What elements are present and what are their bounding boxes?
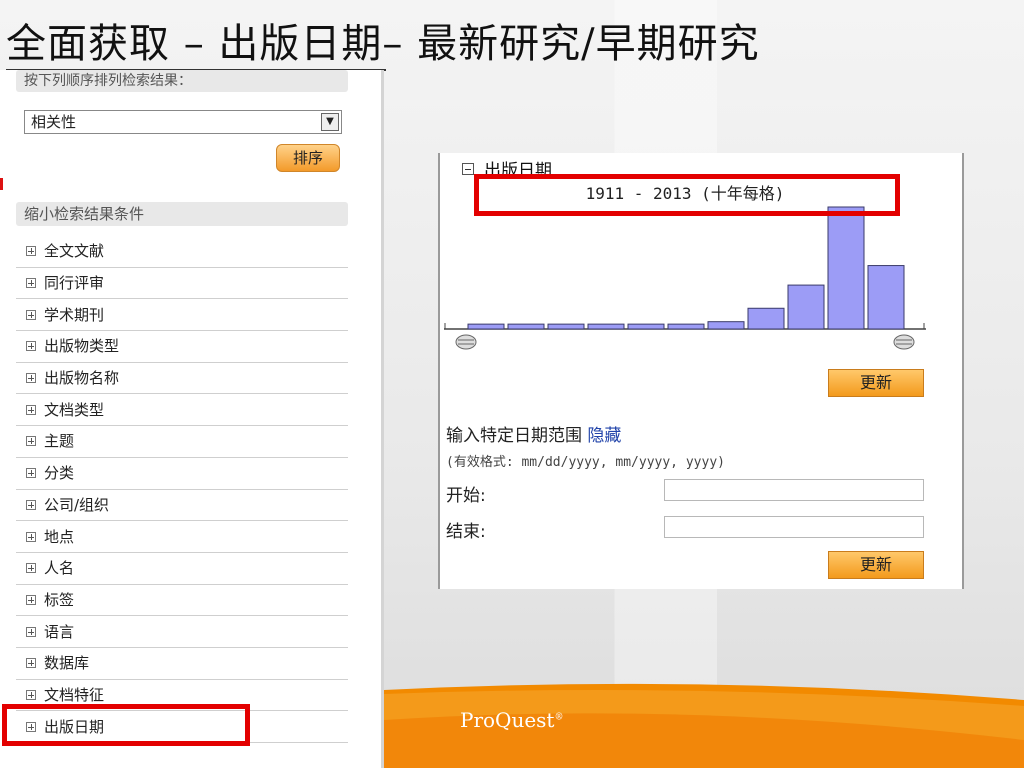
filter-item-subject[interactable]: 主题 bbox=[16, 426, 348, 458]
expand-plus-icon bbox=[26, 341, 36, 352]
expand-plus-icon bbox=[26, 594, 36, 605]
left-panel: 按下列顺序排列检索结果： 相关性 ▼ 排序 缩小检索结果条件 全文文献 同行评审… bbox=[0, 70, 384, 768]
end-label: 结束: bbox=[446, 522, 486, 542]
expand-plus-icon bbox=[26, 373, 36, 384]
filter-item-person[interactable]: 人名 bbox=[16, 553, 348, 585]
narrow-heading: 缩小检索结果条件 bbox=[16, 202, 348, 226]
histogram-bars bbox=[467, 206, 905, 330]
expand-plus-icon bbox=[26, 436, 36, 447]
filter-item-database[interactable]: 数据库 bbox=[16, 648, 348, 680]
red-marker bbox=[0, 178, 3, 190]
filter-item-peer-reviewed[interactable]: 同行评审 bbox=[16, 268, 348, 300]
expand-plus-icon bbox=[26, 404, 36, 415]
expand-plus-icon bbox=[26, 309, 36, 320]
filter-item-fulltext[interactable]: 全文文献 bbox=[16, 236, 348, 268]
filter-item-document-type[interactable]: 文档类型 bbox=[16, 394, 348, 427]
highlight-box-date-range bbox=[474, 174, 900, 216]
sort-select-value: 相关性 bbox=[31, 113, 77, 131]
slider-handle-right[interactable] bbox=[893, 334, 915, 350]
chevron-down-icon[interactable]: ▼ bbox=[321, 113, 339, 131]
expand-plus-icon bbox=[26, 626, 36, 637]
histogram-bar-9[interactable] bbox=[827, 206, 865, 330]
highlight-box-date-filter bbox=[2, 704, 250, 746]
histogram-bar-3[interactable] bbox=[587, 323, 625, 330]
histogram-bar-6[interactable] bbox=[707, 321, 745, 330]
histogram-bar-2[interactable] bbox=[547, 323, 585, 330]
filter-item-publication-title[interactable]: 出版物名称 bbox=[16, 363, 348, 395]
date-histogram[interactable] bbox=[444, 193, 926, 353]
end-date-input[interactable] bbox=[664, 516, 924, 538]
filter-item-location[interactable]: 地点 bbox=[16, 521, 348, 553]
hide-link[interactable]: 隐藏 bbox=[587, 426, 621, 446]
expand-plus-icon bbox=[26, 658, 36, 669]
expand-plus-icon bbox=[26, 246, 36, 257]
histogram-bar-8[interactable] bbox=[787, 284, 825, 330]
slider-handle-left[interactable] bbox=[455, 334, 477, 350]
filter-item-language[interactable]: 语言 bbox=[16, 616, 348, 648]
collapse-minus-icon[interactable] bbox=[462, 162, 474, 175]
date-panel: 出版日期 1911 - 2013 (十年每格) 更新 输入特定日期范围 隐藏 (… bbox=[438, 153, 964, 589]
sort-heading: 按下列顺序排列检索结果： bbox=[16, 70, 348, 92]
date-format-hint: (有效格式: mm/dd/yyyy, mm/yyyy, yyyy) bbox=[446, 455, 725, 470]
histogram-bar-0[interactable] bbox=[467, 323, 505, 330]
expand-plus-icon bbox=[26, 278, 36, 289]
specific-range-label: 输入特定日期范围 隐藏 bbox=[446, 426, 622, 446]
histogram-bar-7[interactable] bbox=[747, 307, 785, 330]
filter-item-company[interactable]: 公司/组织 bbox=[16, 490, 348, 522]
filter-list: 全文文献 同行评审 学术期刊 出版物类型 出版物名称 文档类型 主题 分类 公司… bbox=[16, 236, 348, 743]
slide-title: 全面获取 – 出版日期– 最新研究/早期研究 bbox=[6, 21, 760, 67]
expand-plus-icon bbox=[26, 563, 36, 574]
start-date-input[interactable] bbox=[664, 479, 924, 501]
filter-item-classification[interactable]: 分类 bbox=[16, 458, 348, 490]
proquest-logo: ProQuest® bbox=[460, 708, 564, 732]
update-button-2[interactable]: 更新 bbox=[828, 551, 924, 579]
expand-plus-icon bbox=[26, 531, 36, 542]
histogram-bar-10[interactable] bbox=[867, 265, 905, 330]
expand-plus-icon bbox=[26, 499, 36, 510]
filter-item-scholarly-journals[interactable]: 学术期刊 bbox=[16, 299, 348, 332]
filter-item-source-type[interactable]: 出版物类型 bbox=[16, 331, 348, 363]
histogram-bar-1[interactable] bbox=[507, 323, 545, 330]
histogram-bar-5[interactable] bbox=[667, 323, 705, 330]
filter-item-tags[interactable]: 标签 bbox=[16, 585, 348, 617]
update-button[interactable]: 更新 bbox=[828, 369, 924, 397]
expand-plus-icon bbox=[26, 689, 36, 700]
sort-button[interactable]: 排序 bbox=[276, 144, 340, 172]
expand-plus-icon bbox=[26, 468, 36, 479]
sort-select[interactable]: 相关性 ▼ bbox=[24, 110, 342, 134]
start-label: 开始: bbox=[446, 486, 486, 506]
histogram-bar-4[interactable] bbox=[627, 323, 665, 330]
